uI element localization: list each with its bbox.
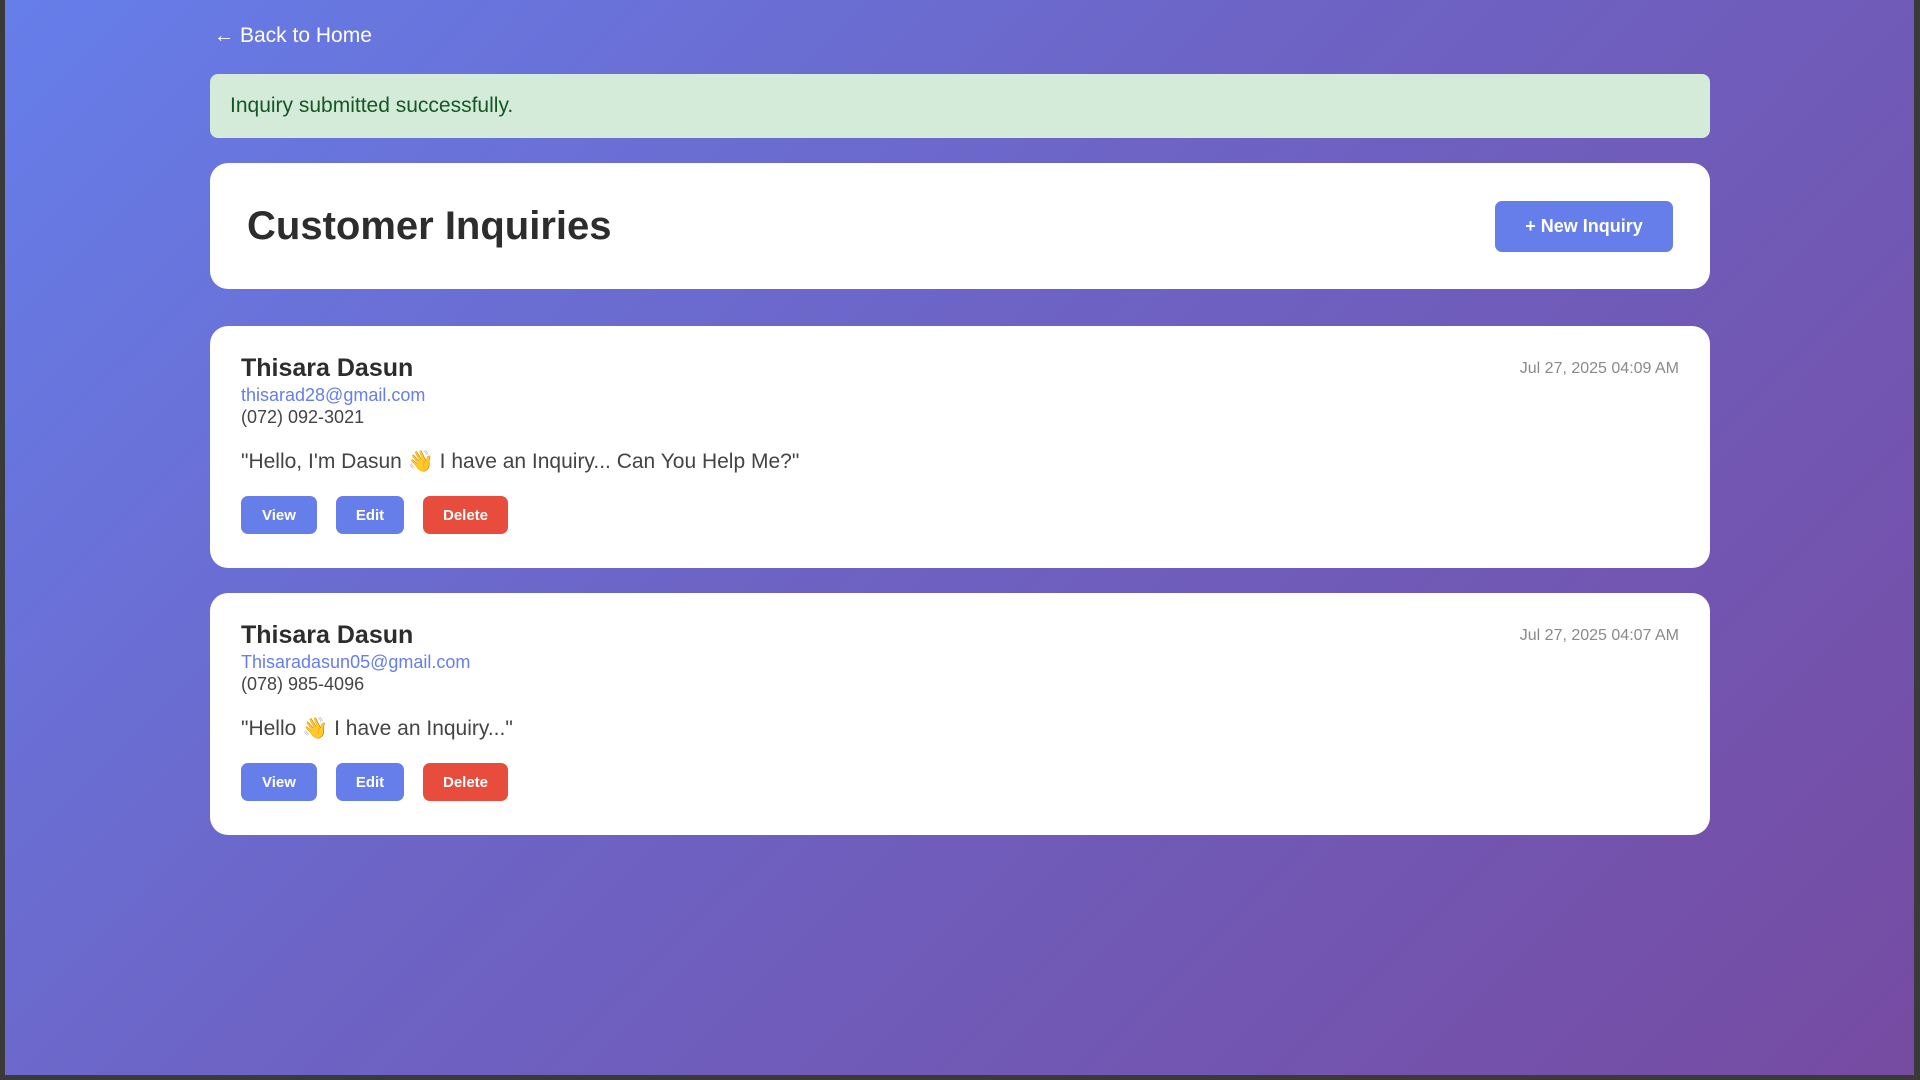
inquiry-timestamp: Jul 27, 2025 04:07 AM: [1519, 627, 1679, 644]
inquiry-phone: (072) 092-3021: [241, 407, 365, 427]
inquiry-actions: View Edit Delete: [241, 496, 1679, 534]
back-link-label: Back to Home: [240, 24, 372, 47]
inquiry-message: "Hello 👋 I have an Inquiry...": [241, 717, 513, 740]
inquiry-contact: Thisara Dasun Thisaradasun05@gmail.com (…: [241, 621, 470, 695]
inquiry-actions: View Edit Delete: [241, 763, 1679, 801]
inquiry-phone: (078) 985-4096: [241, 674, 365, 694]
inquiry-email-link[interactable]: Thisaradasun05@gmail.com: [241, 652, 470, 673]
inquiry-name: Thisara Dasun: [241, 354, 414, 382]
inquiry-card-header: Thisara Dasun Thisaradasun05@gmail.com (…: [241, 621, 1679, 695]
inquiry-message: "Hello, I'm Dasun 👋 I have an Inquiry...…: [241, 450, 800, 473]
page-title: Customer Inquiries: [247, 203, 612, 248]
edit-button[interactable]: Edit: [336, 763, 404, 801]
delete-button[interactable]: Delete: [423, 496, 508, 534]
delete-button[interactable]: Delete: [423, 763, 508, 801]
inquiry-email-link[interactable]: thisarad28@gmail.com: [241, 385, 425, 406]
inquiry-name: Thisara Dasun: [241, 621, 414, 649]
view-button[interactable]: View: [241, 496, 317, 534]
alert-message: Inquiry submitted successfully.: [230, 94, 514, 117]
back-to-home-link[interactable]: ← Back to Home: [214, 24, 372, 48]
edit-button[interactable]: Edit: [336, 496, 404, 534]
inquiry-card: Thisara Dasun Thisaradasun05@gmail.com (…: [210, 593, 1710, 835]
inquiry-contact: Thisara Dasun thisarad28@gmail.com (072)…: [241, 354, 425, 428]
arrow-left-icon: ←: [214, 25, 234, 47]
success-alert: Inquiry submitted successfully.: [210, 74, 1710, 138]
view-button[interactable]: View: [241, 763, 317, 801]
inquiry-card: Thisara Dasun thisarad28@gmail.com (072)…: [210, 326, 1710, 568]
new-inquiry-button[interactable]: + New Inquiry: [1495, 200, 1673, 252]
inquiry-card-header: Thisara Dasun thisarad28@gmail.com (072)…: [241, 354, 1679, 428]
page-header: Customer Inquiries + New Inquiry: [210, 163, 1710, 289]
page-background: ← Back to Home Inquiry submitted success…: [5, 0, 1914, 1075]
inquiry-timestamp: Jul 27, 2025 04:09 AM: [1519, 360, 1679, 377]
